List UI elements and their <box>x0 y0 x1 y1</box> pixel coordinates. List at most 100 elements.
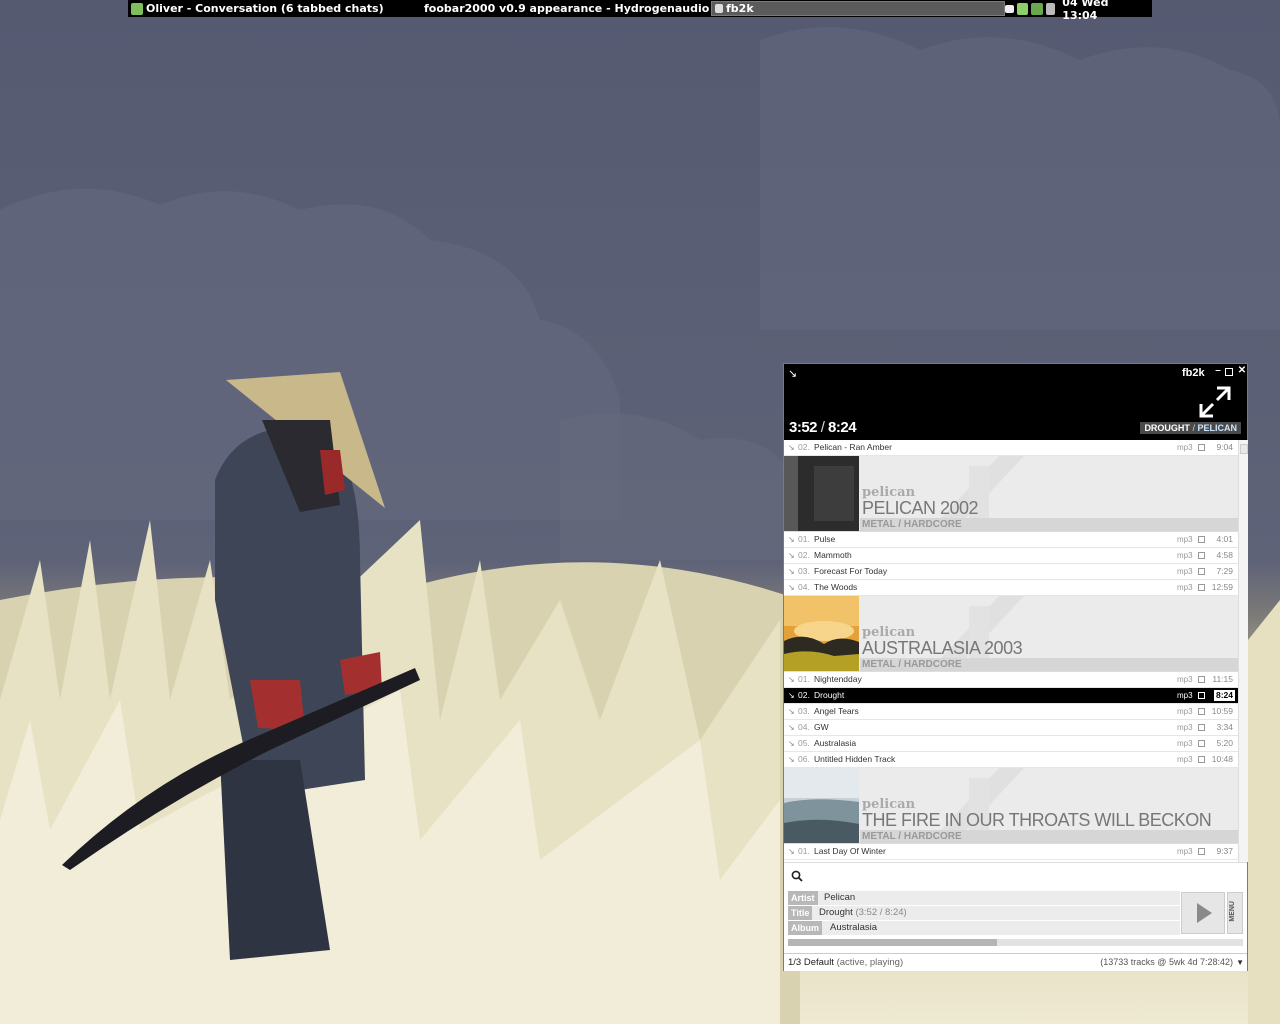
track-length: 7:29 <box>1216 566 1233 576</box>
track-arrow-icon: ↘ <box>788 723 795 732</box>
search-bar[interactable] <box>784 862 1247 889</box>
chevron-down-icon[interactable]: ▼ <box>1236 954 1244 971</box>
album-cover-fire-in-our-throats <box>784 768 859 843</box>
info-album: Australasia <box>830 922 877 933</box>
album-header[interactable]: pelican AUSTRALASIA 2003 METAL / HARDCORE <box>784 596 1238 672</box>
playlist-scrollbar[interactable] <box>1238 440 1248 862</box>
album-title: THE FIRE IN OUR THROATS WILL BECKON <box>862 810 1212 830</box>
track-arrow-icon: ↘ <box>788 847 795 856</box>
album-title: PELICAN 2002 <box>862 498 979 518</box>
track-arrow-icon: ↘ <box>788 583 795 592</box>
info-artist: Pelican <box>824 892 856 903</box>
track-row[interactable]: ↘ 04. GW mp3 3:34 <box>784 720 1238 736</box>
document-icon <box>1198 552 1205 559</box>
library-summary: (13733 tracks @ 5wk 4d 7:28:42) <box>1100 957 1233 967</box>
album-cover-australasia <box>784 596 859 671</box>
track-name: Forecast For Today <box>814 566 888 576</box>
track-number: 01. <box>798 534 810 544</box>
seek-bar[interactable] <box>788 939 1243 946</box>
track-number: 04. <box>798 722 810 732</box>
document-icon <box>1198 536 1205 543</box>
track-length: 12:59 <box>1211 582 1233 592</box>
track-length: 4:01 <box>1216 534 1233 544</box>
document-icon <box>1198 692 1205 699</box>
info-album-row: Album Australasia <box>788 921 1180 935</box>
track-length: 4:58 <box>1216 550 1233 560</box>
messenger-icon[interactable] <box>1031 2 1043 15</box>
track-format: mp3 <box>1177 567 1193 576</box>
minimize-button[interactable]: – <box>1213 366 1223 376</box>
track-number: 02. <box>798 550 810 560</box>
track-length: 5:20 <box>1216 738 1233 748</box>
clock[interactable]: 04 Wed 13:04 <box>1062 0 1144 22</box>
seek-bar-fill <box>788 939 998 946</box>
task-firefox-window[interactable]: foobar2000 v0.9 appearance - Hydrogenaud… <box>418 1 711 16</box>
track-number: 02. <box>798 442 810 452</box>
info-title-value: Drought (3:52 / 8:24) <box>819 906 907 920</box>
document-icon <box>1198 584 1205 591</box>
track-number: 05. <box>798 738 810 748</box>
track-row[interactable]: ↘ 03. Forecast For Today mp3 7:29 <box>784 564 1238 580</box>
track-format: mp3 <box>1177 535 1193 544</box>
album-header[interactable]: pelican PELICAN 2002 METAL / HARDCORE <box>784 456 1238 532</box>
resize-arrow-icon[interactable]: ↘ <box>788 367 797 380</box>
track-format: mp3 <box>1177 847 1193 856</box>
album-title: AUSTRALASIA 2003 <box>862 638 1023 658</box>
now-playing-separator: / <box>1192 423 1195 433</box>
track-format: mp3 <box>1177 551 1193 560</box>
playlist-status[interactable]: 1/3 Default (active, playing) <box>788 954 903 971</box>
document-icon <box>1198 740 1205 747</box>
playlist-name: 1/3 Default <box>788 957 834 968</box>
task-label: fb2k <box>726 2 754 15</box>
track-arrow-icon: ↘ <box>788 755 795 764</box>
menu-button[interactable]: MENU <box>1227 892 1243 934</box>
track-format: mp3 <box>1177 583 1193 592</box>
document-icon <box>1198 724 1205 731</box>
track-arrow-icon: ↘ <box>788 675 795 684</box>
track-number: 03. <box>798 566 810 576</box>
track-row[interactable]: ↘ 04. The Woods mp3 12:59 <box>784 580 1238 596</box>
document-icon <box>1198 708 1205 715</box>
expand-icon[interactable] <box>1197 384 1233 420</box>
track-row[interactable]: ↘ 01. Nightendday mp3 11:15 <box>784 672 1238 688</box>
search-icon[interactable] <box>791 870 803 882</box>
playing-track-row[interactable]: ↘ 02. Drought mp3 8:24 <box>784 688 1238 704</box>
taskbar: Oliver - Conversation (6 tabbed chats) f… <box>128 0 1152 22</box>
track-arrow-icon: ↘ <box>788 739 795 748</box>
network-icon[interactable] <box>1016 2 1029 15</box>
track-row[interactable]: ↘ 01. Last Day Of Winter mp3 9:37 <box>784 844 1238 860</box>
album-genre: METAL / HARDCORE <box>862 831 962 842</box>
track-name: Pelican - Ran Amber <box>814 442 892 452</box>
track-number: 01. <box>798 674 810 684</box>
task-label: foobar2000 v0.9 appearance - Hydrogenaud… <box>424 2 711 15</box>
flag-icon[interactable] <box>1004 4 1014 13</box>
track-number: 02. <box>798 690 810 700</box>
close-button[interactable]: ✕ <box>1237 366 1247 376</box>
track-row[interactable]: ↘ 03. Angel Tears mp3 10:59 <box>784 704 1238 720</box>
task-label: Oliver - Conversation (6 tabbed chats) <box>146 2 384 15</box>
album-header[interactable]: pelican THE FIRE IN OUR THROATS WILL BECK… <box>784 768 1238 844</box>
volume-icon[interactable] <box>1045 2 1056 15</box>
album-genre: METAL / HARDCORE <box>862 659 962 670</box>
track-row[interactable]: ↘ 02. Pelican - Ran Amber mp3 9:04 <box>784 440 1238 456</box>
track-number: 03. <box>798 706 810 716</box>
playlist-view[interactable]: ↘ 02. Pelican - Ran Amber mp3 9:04 pelican PEL… <box>784 440 1238 862</box>
track-row[interactable]: ↘ 01. Pulse mp3 4:01 <box>784 532 1238 548</box>
scrollbar-thumb[interactable] <box>1240 444 1248 454</box>
info-title-row: Title Drought (3:52 / 8:24) <box>788 906 1180 920</box>
task-fb2k-window[interactable]: fb2k <box>711 1 1005 16</box>
task-chat-window[interactable]: Oliver - Conversation (6 tabbed chats) <box>128 1 418 16</box>
track-format: mp3 <box>1177 691 1193 700</box>
album-cover-pelican <box>784 456 859 531</box>
track-length: 9:37 <box>1216 846 1233 856</box>
track-row[interactable]: ↘ 06. Untitled Hidden Track mp3 10:48 <box>784 752 1238 768</box>
info-label: Album <box>788 921 822 935</box>
track-row[interactable]: ↘ 02. Mammoth mp3 4:58 <box>784 548 1238 564</box>
track-length: 10:48 <box>1211 754 1233 764</box>
track-row[interactable]: ↘ 05. Australasia mp3 5:20 <box>784 736 1238 752</box>
play-button[interactable] <box>1181 892 1225 934</box>
track-format: mp3 <box>1177 723 1193 732</box>
album-genre: METAL / HARDCORE <box>862 519 962 530</box>
maximize-button[interactable] <box>1225 368 1233 376</box>
track-format: mp3 <box>1177 675 1193 684</box>
